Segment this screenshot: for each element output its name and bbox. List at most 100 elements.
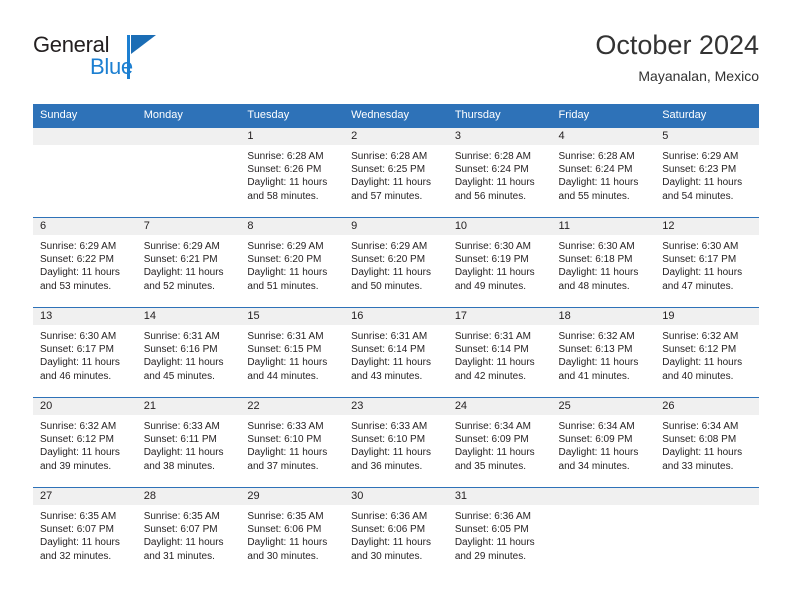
day-cell[interactable]: 18 Sunrise: 6:32 AM Sunset: 6:13 PM Dayligh… bbox=[551, 307, 656, 397]
calendar-day-cell[interactable]: 29 Sunrise: 6:35 AM Sunset: 6:06 PM Dayligh… bbox=[240, 487, 345, 577]
calendar-day-cell[interactable] bbox=[655, 487, 759, 577]
day-cell[interactable]: 13 Sunrise: 6:30 AM Sunset: 6:17 PM Dayligh… bbox=[33, 307, 137, 397]
day-cell[interactable]: 10 Sunrise: 6:30 AM Sunset: 6:19 PM Dayligh… bbox=[447, 217, 552, 307]
calendar-day-cell[interactable] bbox=[33, 127, 137, 217]
daylight-text-line1: Daylight: 11 hours bbox=[662, 267, 743, 279]
day-number: 1 bbox=[240, 128, 345, 145]
sunset-text: Sunset: 6:13 PM bbox=[558, 344, 633, 356]
day-cell[interactable]: 7 Sunrise: 6:29 AM Sunset: 6:21 PM Daylight… bbox=[136, 217, 241, 307]
day-cell[interactable]: 8 Sunrise: 6:29 AM Sunset: 6:20 PM Daylight… bbox=[240, 217, 345, 307]
day-cell[interactable]: 2 Sunrise: 6:28 AM Sunset: 6:25 PM Daylight… bbox=[344, 127, 448, 217]
day-cell[interactable]: 17 Sunrise: 6:31 AM Sunset: 6:14 PM Dayligh… bbox=[447, 307, 552, 397]
day-details: Sunrise: 6:35 AM Sunset: 6:07 PM Daylight:… bbox=[137, 505, 241, 563]
daylight-text-line1: Daylight: 11 hours bbox=[247, 447, 328, 459]
sunrise-text: Sunrise: 6:35 AM bbox=[143, 511, 220, 522]
day-cell[interactable]: 20 Sunrise: 6:32 AM Sunset: 6:12 PM Dayligh… bbox=[33, 397, 137, 487]
calendar-day-cell[interactable]: 25 Sunrise: 6:34 AM Sunset: 6:09 PM Dayligh… bbox=[551, 397, 656, 487]
calendar-day-cell[interactable]: 8 Sunrise: 6:29 AM Sunset: 6:20 PM Daylight… bbox=[240, 217, 345, 307]
day-cell[interactable]: 11 Sunrise: 6:30 AM Sunset: 6:18 PM Dayligh… bbox=[551, 217, 656, 307]
calendar-day-cell[interactable]: 26 Sunrise: 6:34 AM Sunset: 6:08 PM Dayligh… bbox=[655, 397, 759, 487]
sunset-text: Sunset: 6:25 PM bbox=[351, 164, 426, 176]
brand-logo[interactable]: General Blue bbox=[33, 32, 233, 90]
calendar-day-cell[interactable]: 22 Sunrise: 6:33 AM Sunset: 6:10 PM Dayligh… bbox=[240, 397, 345, 487]
daylight-text-line1: Daylight: 11 hours bbox=[40, 447, 120, 459]
day-cell[interactable]: 28 Sunrise: 6:35 AM Sunset: 6:07 PM Dayligh… bbox=[136, 487, 241, 577]
day-cell[interactable]: 6 Sunrise: 6:29 AM Sunset: 6:22 PM Daylight… bbox=[33, 217, 137, 307]
calendar-day-cell[interactable]: 12 Sunrise: 6:30 AM Sunset: 6:17 PM Dayligh… bbox=[655, 217, 759, 307]
sunset-text: Sunset: 6:20 PM bbox=[351, 254, 426, 266]
daylight-text-line2: and 47 minutes. bbox=[662, 280, 734, 292]
calendar-day-cell[interactable]: 20 Sunrise: 6:32 AM Sunset: 6:12 PM Dayligh… bbox=[33, 397, 137, 487]
calendar-day-cell[interactable]: 6 Sunrise: 6:29 AM Sunset: 6:22 PM Daylight… bbox=[33, 217, 137, 307]
sunset-text: Sunset: 6:21 PM bbox=[143, 254, 218, 266]
calendar-day-cell[interactable]: 27 Sunrise: 6:35 AM Sunset: 6:07 PM Dayligh… bbox=[33, 487, 137, 577]
calendar-day-cell[interactable]: 23 Sunrise: 6:33 AM Sunset: 6:10 PM Dayligh… bbox=[344, 397, 448, 487]
sunset-text: Sunset: 6:14 PM bbox=[454, 344, 529, 356]
calendar-day-cell[interactable]: 7 Sunrise: 6:29 AM Sunset: 6:21 PM Daylight… bbox=[136, 217, 241, 307]
day-cell[interactable]: 4 Sunrise: 6:28 AM Sunset: 6:24 PM Daylight… bbox=[551, 127, 656, 217]
sunset-text: Sunset: 6:07 PM bbox=[143, 524, 218, 536]
day-cell[interactable]: 14 Sunrise: 6:31 AM Sunset: 6:16 PM Dayligh… bbox=[136, 307, 241, 397]
calendar-day-cell[interactable]: 31 Sunrise: 6:36 AM Sunset: 6:05 PM Dayligh… bbox=[447, 487, 552, 577]
day-cell[interactable]: 24 Sunrise: 6:34 AM Sunset: 6:09 PM Dayligh… bbox=[447, 397, 552, 487]
calendar-day-cell[interactable]: 24 Sunrise: 6:34 AM Sunset: 6:09 PM Dayligh… bbox=[447, 397, 552, 487]
day-cell[interactable]: 15 Sunrise: 6:31 AM Sunset: 6:15 PM Dayligh… bbox=[240, 307, 345, 397]
calendar-day-cell[interactable]: 18 Sunrise: 6:32 AM Sunset: 6:13 PM Dayligh… bbox=[551, 307, 656, 397]
calendar-day-cell[interactable]: 30 Sunrise: 6:36 AM Sunset: 6:06 PM Dayligh… bbox=[344, 487, 448, 577]
day-cell[interactable]: 22 Sunrise: 6:33 AM Sunset: 6:10 PM Dayligh… bbox=[240, 397, 345, 487]
day-details: Sunrise: 6:29 AM Sunset: 6:23 PM Daylight:… bbox=[655, 145, 759, 203]
calendar-day-cell[interactable]: 4 Sunrise: 6:28 AM Sunset: 6:24 PM Daylight… bbox=[551, 127, 656, 217]
calendar-day-cell[interactable]: 15 Sunrise: 6:31 AM Sunset: 6:15 PM Dayligh… bbox=[240, 307, 345, 397]
day-cell[interactable]: 30 Sunrise: 6:36 AM Sunset: 6:06 PM Dayligh… bbox=[344, 487, 448, 577]
day-cell[interactable]: 12 Sunrise: 6:30 AM Sunset: 6:17 PM Dayligh… bbox=[655, 217, 759, 307]
day-number bbox=[655, 488, 759, 505]
calendar-day-cell[interactable]: 21 Sunrise: 6:33 AM Sunset: 6:11 PM Dayligh… bbox=[136, 397, 241, 487]
day-details: Sunrise: 6:29 AM Sunset: 6:20 PM Daylight:… bbox=[240, 235, 344, 293]
calendar-day-cell[interactable] bbox=[551, 487, 656, 577]
day-cell[interactable]: 27 Sunrise: 6:35 AM Sunset: 6:07 PM Dayligh… bbox=[33, 487, 137, 577]
calendar-day-cell[interactable]: 17 Sunrise: 6:31 AM Sunset: 6:14 PM Dayligh… bbox=[447, 307, 552, 397]
day-details: Sunrise: 6:32 AM Sunset: 6:12 PM Daylight:… bbox=[655, 325, 759, 383]
day-details: Sunrise: 6:28 AM Sunset: 6:24 PM Daylight:… bbox=[552, 145, 656, 203]
day-cell[interactable]: 16 Sunrise: 6:31 AM Sunset: 6:14 PM Dayligh… bbox=[344, 307, 448, 397]
day-number: 16 bbox=[344, 308, 448, 325]
calendar-day-cell[interactable]: 13 Sunrise: 6:30 AM Sunset: 6:17 PM Dayligh… bbox=[33, 307, 137, 397]
calendar-day-cell[interactable]: 2 Sunrise: 6:28 AM Sunset: 6:25 PM Daylight… bbox=[344, 127, 448, 217]
daylight-text-line1: Daylight: 11 hours bbox=[558, 267, 639, 279]
calendar-day-cell[interactable]: 16 Sunrise: 6:31 AM Sunset: 6:14 PM Dayligh… bbox=[344, 307, 448, 397]
sunrise-text: Sunrise: 6:35 AM bbox=[247, 511, 324, 522]
sunset-text: Sunset: 6:20 PM bbox=[247, 254, 322, 266]
calendar-week-row: 27 Sunrise: 6:35 AM Sunset: 6:07 PM Dayligh… bbox=[33, 487, 759, 577]
sunrise-text: Sunrise: 6:31 AM bbox=[454, 331, 531, 342]
day-cell[interactable]: 19 Sunrise: 6:32 AM Sunset: 6:12 PM Dayligh… bbox=[655, 307, 759, 397]
day-details: Sunrise: 6:30 AM Sunset: 6:17 PM Daylight:… bbox=[33, 325, 137, 383]
calendar-day-cell[interactable]: 14 Sunrise: 6:31 AM Sunset: 6:16 PM Dayligh… bbox=[136, 307, 241, 397]
sunrise-text: Sunrise: 6:29 AM bbox=[662, 151, 739, 162]
daylight-text-line2: and 52 minutes. bbox=[143, 280, 215, 292]
daylight-text-line2: and 37 minutes. bbox=[247, 460, 319, 472]
daylight-text-line2: and 43 minutes. bbox=[351, 370, 423, 382]
calendar-day-cell[interactable]: 10 Sunrise: 6:30 AM Sunset: 6:19 PM Dayligh… bbox=[447, 217, 552, 307]
calendar-day-cell[interactable]: 19 Sunrise: 6:32 AM Sunset: 6:12 PM Dayligh… bbox=[655, 307, 759, 397]
day-cell[interactable]: 3 Sunrise: 6:28 AM Sunset: 6:24 PM Daylight… bbox=[447, 127, 552, 217]
day-cell[interactable]: 26 Sunrise: 6:34 AM Sunset: 6:08 PM Dayligh… bbox=[655, 397, 759, 487]
calendar-day-cell[interactable]: 28 Sunrise: 6:35 AM Sunset: 6:07 PM Dayligh… bbox=[136, 487, 241, 577]
sunset-text: Sunset: 6:17 PM bbox=[662, 254, 737, 266]
day-cell[interactable]: 29 Sunrise: 6:35 AM Sunset: 6:06 PM Dayligh… bbox=[240, 487, 345, 577]
day-cell[interactable]: 1 Sunrise: 6:28 AM Sunset: 6:26 PM Daylight… bbox=[240, 127, 345, 217]
calendar-day-cell[interactable]: 9 Sunrise: 6:29 AM Sunset: 6:20 PM Daylight… bbox=[344, 217, 448, 307]
day-cell[interactable]: 25 Sunrise: 6:34 AM Sunset: 6:09 PM Dayligh… bbox=[551, 397, 656, 487]
calendar-day-cell[interactable] bbox=[136, 127, 241, 217]
daylight-text-line2: and 55 minutes. bbox=[558, 190, 630, 202]
calendar-day-cell[interactable]: 3 Sunrise: 6:28 AM Sunset: 6:24 PM Daylight… bbox=[447, 127, 552, 217]
calendar-day-cell[interactable]: 5 Sunrise: 6:29 AM Sunset: 6:23 PM Daylight… bbox=[655, 127, 759, 217]
day-cell[interactable]: 5 Sunrise: 6:29 AM Sunset: 6:23 PM Daylight… bbox=[655, 127, 759, 217]
day-cell[interactable]: 23 Sunrise: 6:33 AM Sunset: 6:10 PM Dayligh… bbox=[344, 397, 448, 487]
daylight-text-line2: and 44 minutes. bbox=[247, 370, 319, 382]
day-cell[interactable]: 9 Sunrise: 6:29 AM Sunset: 6:20 PM Daylight… bbox=[344, 217, 448, 307]
day-cell[interactable]: 31 Sunrise: 6:36 AM Sunset: 6:05 PM Dayligh… bbox=[447, 487, 552, 577]
day-cell[interactable]: 21 Sunrise: 6:33 AM Sunset: 6:11 PM Dayligh… bbox=[136, 397, 241, 487]
calendar-day-cell[interactable]: 1 Sunrise: 6:28 AM Sunset: 6:26 PM Daylight… bbox=[240, 127, 345, 217]
calendar-day-cell[interactable]: 11 Sunrise: 6:30 AM Sunset: 6:18 PM Dayligh… bbox=[551, 217, 656, 307]
sunrise-text: Sunrise: 6:33 AM bbox=[143, 421, 220, 432]
